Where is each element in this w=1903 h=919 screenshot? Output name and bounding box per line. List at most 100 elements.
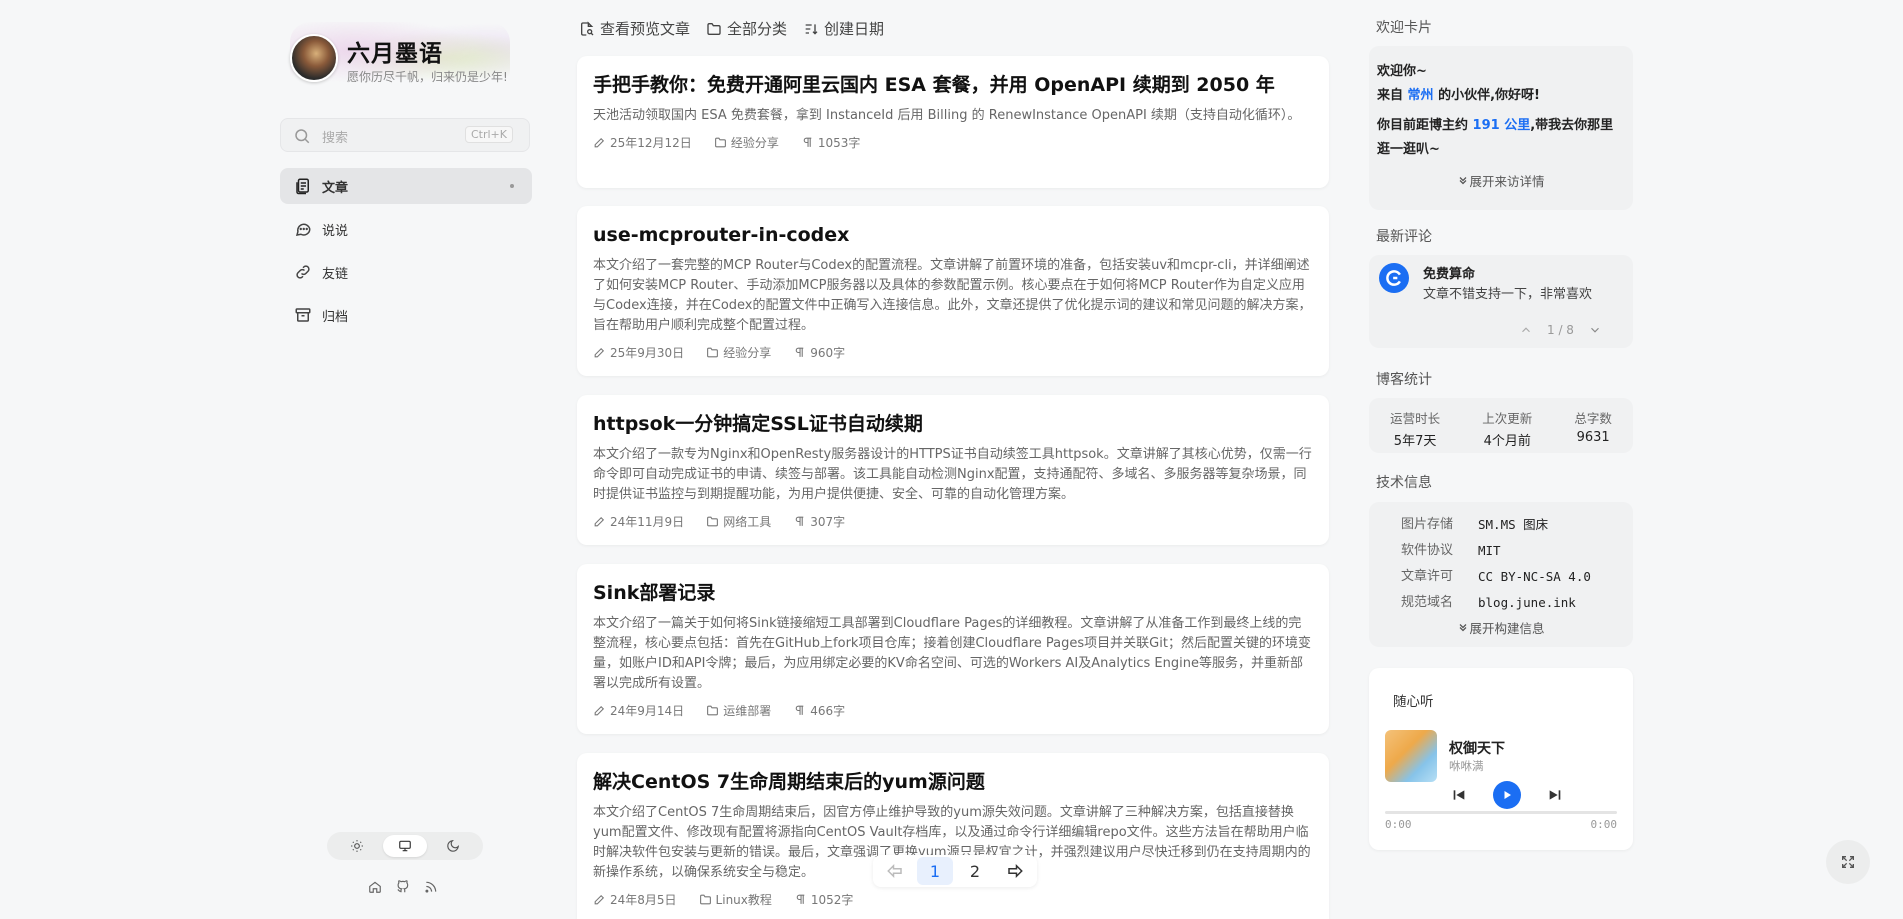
tech-row: 规范域名 blog.june.ink [1401, 595, 1576, 610]
chevron-up-icon[interactable] [1519, 323, 1533, 337]
site-brand[interactable]: 六月墨语 愿你历尽千帆，归来仍是少年! [280, 22, 550, 92]
nav-item-label: 友链 [322, 266, 349, 282]
fullscreen-button[interactable] [1826, 840, 1870, 884]
chat-icon [294, 220, 312, 238]
commenter-logo-icon [1386, 270, 1401, 286]
stat-label: 运营时长 [1390, 411, 1441, 426]
main-nav: 文章 说说 友链 归档 [280, 168, 532, 340]
sort-button[interactable]: 创建日期 [803, 18, 884, 39]
preview-articles-button[interactable]: 查看预览文章 [579, 18, 690, 39]
tech-row: 图片存储 SM.MS 图床 [1401, 517, 1549, 532]
post-card[interactable]: Sink部署记录 本文介绍了一篇关于如何将Sink链接缩短工具部署到Cloudf… [577, 564, 1329, 734]
footer-links [368, 880, 440, 896]
nav-item-links[interactable]: 友链 [280, 254, 532, 290]
site-motto: 愿你历尽千帆，归来仍是少年! [347, 70, 508, 84]
post-title[interactable]: httpsok一分钟搞定SSL证书自动续期 [593, 411, 1313, 437]
stat-value: 4个月前 [1483, 434, 1531, 449]
prev-page-button[interactable] [877, 857, 913, 885]
light-theme-button[interactable] [335, 835, 379, 857]
sun-icon [351, 840, 363, 852]
page-button-2[interactable]: 2 [957, 857, 993, 885]
latest-comment[interactable]: 免费算命 文章不错支持一下，非常喜欢 1 / 8 [1369, 255, 1633, 348]
welcome-card: 欢迎你~ 来自 常州 的小伙伴,你好呀! 你目前距博主约 191 公里,带我去你… [1369, 46, 1633, 210]
skip-back-icon[interactable] [1451, 787, 1467, 803]
page-button-1[interactable]: 1 [917, 857, 953, 885]
post-card[interactable]: use-mcprouter-in-codex 本文介绍了一套完整的MCP Rou… [577, 206, 1329, 376]
post-card[interactable]: 解决CentOS 7生命周期结束后的yum源问题 本文介绍了CentOS 7生命… [577, 753, 1329, 919]
site-name[interactable]: 六月墨语 [347, 34, 443, 68]
post-title[interactable]: 手把手教你：免费开通阿里云国内 ESA 套餐，并用 OpenAPI 续期到 20… [593, 72, 1313, 98]
archive-icon [294, 306, 312, 324]
comment-pager: 1 / 8 [1519, 323, 1602, 337]
nav-item-label: 说说 [322, 223, 349, 239]
search-shortcut: Ctrl+K [464, 126, 513, 143]
welcome-card-title: 欢迎卡片 [1376, 20, 1432, 36]
monitor-icon [399, 840, 411, 852]
current-time: 0:00 [1385, 818, 1412, 831]
search-input[interactable]: 搜索 Ctrl+K [280, 118, 530, 152]
expand-icon [1842, 856, 1854, 868]
post-category[interactable]: 网络工具 [706, 513, 771, 530]
post-title[interactable]: 解决CentOS 7生命周期结束后的yum源问题 [593, 769, 1313, 795]
category-filter-label: 全部分类 [727, 20, 788, 38]
post-category[interactable]: Linux教程 [699, 891, 772, 908]
play-icon [1504, 791, 1511, 799]
play-button[interactable] [1493, 781, 1521, 809]
sort-icon [805, 23, 818, 35]
active-indicator [510, 184, 514, 188]
distance-value: 191 公里 [1472, 118, 1531, 133]
avatar[interactable] [290, 34, 338, 82]
post-title[interactable]: use-mcprouter-in-codex [593, 222, 1313, 248]
post-date: 24年9月14日 [593, 702, 684, 719]
nav-item-moments[interactable]: 说说 [280, 211, 532, 247]
tech-info: 图片存储 SM.MS 图床 软件协议 MIT 文章许可 CC BY-NC-SA 4.0… [1369, 502, 1633, 647]
post-category[interactable]: 经验分享 [714, 134, 779, 151]
post-category[interactable]: 经验分享 [706, 344, 771, 361]
playback-progress[interactable] [1385, 811, 1617, 814]
edit-icon [594, 516, 605, 527]
tech-row: 软件协议 MIT [1401, 543, 1501, 558]
moon-icon [447, 839, 460, 852]
expand-build-info-button[interactable]: 展开构建信息 [1369, 618, 1633, 637]
pagination: 1 2 [873, 855, 1037, 887]
post-date: 25年12月12日 [593, 134, 692, 151]
nav-item-archive[interactable]: 归档 [280, 297, 532, 333]
chevron-down-icon[interactable] [1588, 323, 1602, 337]
stat-label: 总字数 [1574, 411, 1612, 426]
comment-counter: 1 / 8 [1547, 323, 1574, 337]
post-card[interactable]: httpsok一分钟搞定SSL证书自动续期 本文介绍了一款专为Nginx和Ope… [577, 395, 1329, 545]
stat-uptime: 运营时长 5年7天 [1390, 408, 1440, 453]
edit-icon [594, 347, 605, 358]
post-word-count: 1052字 [794, 891, 853, 908]
next-page-button[interactable] [997, 857, 1033, 885]
tech-row: 文章许可 CC BY-NC-SA 4.0 [1401, 569, 1591, 584]
player-controls [1451, 781, 1563, 809]
chevrons-down-icon [1460, 177, 1467, 185]
stat-label: 上次更新 [1482, 411, 1533, 426]
music-player: 随心听 权御天下 咻咻满 0:00 0:00 [1369, 668, 1633, 850]
post-card[interactable]: 手把手教你：免费开通阿里云国内 ESA 套餐，并用 OpenAPI 续期到 20… [577, 56, 1329, 188]
post-summary: 本文介绍了一款专为Nginx和OpenResty服务器设计的HTTPS证书自动续… [593, 447, 1312, 502]
post-word-count: 960字 [793, 344, 845, 361]
rss-icon[interactable] [424, 880, 440, 896]
folder-icon [699, 894, 711, 905]
category-filter-button[interactable]: 全部分类 [706, 18, 787, 39]
home-icon[interactable] [368, 880, 384, 896]
post-category[interactable]: 运维部署 [706, 702, 771, 719]
expand-visit-details-button[interactable]: 展开来访详情 [1377, 170, 1625, 194]
system-theme-button[interactable] [383, 835, 427, 857]
pilcrow-icon [795, 516, 804, 526]
welcome-greeting: 欢迎你~ [1377, 64, 1427, 79]
pilcrow-icon [795, 347, 804, 357]
pilcrow-icon [803, 137, 812, 147]
commenter-name: 免费算命 [1423, 267, 1476, 282]
arrow-right-icon [1008, 863, 1023, 879]
dark-theme-button[interactable] [431, 835, 475, 857]
post-title[interactable]: Sink部署记录 [593, 580, 1313, 606]
skip-forward-icon[interactable] [1547, 787, 1563, 803]
post-meta: 24年8月5日 Linux教程 1052字 [593, 891, 1313, 908]
github-icon[interactable] [396, 880, 412, 896]
nav-item-articles[interactable]: 文章 [280, 168, 532, 204]
post-meta: 24年9月14日 运维部署 466字 [593, 702, 1313, 719]
song-title: 权御天下 [1449, 741, 1505, 757]
